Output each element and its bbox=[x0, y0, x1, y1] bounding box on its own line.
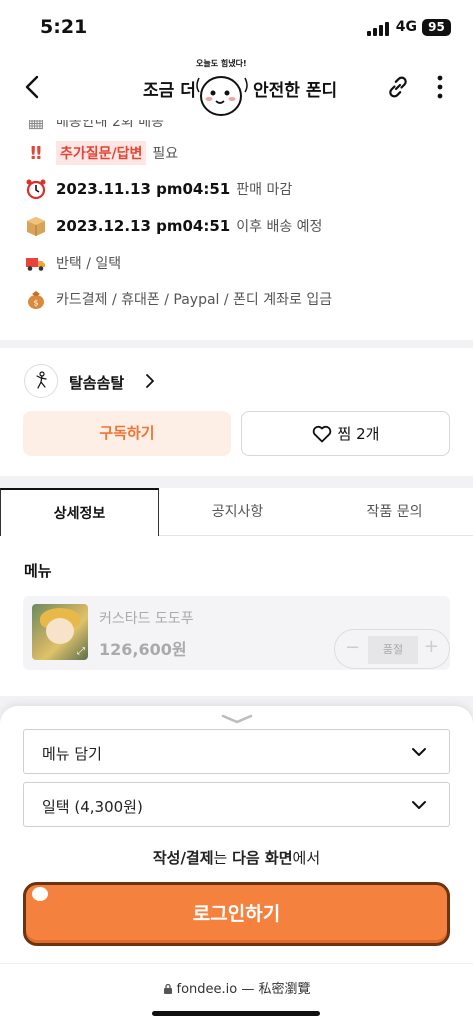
menu-section: 메뉴 ⤢ 커스타드 도도푸 126,600원 − 품절 + bbox=[0, 536, 473, 696]
menu-select-value: 메뉴 담기 bbox=[42, 745, 102, 763]
minus-icon: − bbox=[345, 637, 361, 658]
tab-details[interactable]: 상세정보 bbox=[0, 488, 159, 537]
quantity-stepper: − 품절 + bbox=[334, 629, 450, 669]
link-icon[interactable] bbox=[385, 74, 411, 100]
status-time: 5:21 bbox=[40, 16, 88, 38]
info-row-payment: $ 카드결제 / 휴대폰 / Paypal / 폰디 계좌로 입금 bbox=[24, 286, 332, 312]
title-left: 조금 더 bbox=[143, 81, 196, 101]
creator-avatar[interactable] bbox=[24, 364, 58, 398]
info-row-ship-date: 2023.12.13 pm04:51 이후 배송 예정 bbox=[24, 213, 322, 239]
delivery-truck-icon bbox=[24, 251, 48, 275]
network-label: 4G bbox=[395, 19, 417, 35]
status-bar: 5:21 4G 95 bbox=[0, 0, 473, 54]
detail-tabs: 상세정보 공지사항 작품 문의 bbox=[0, 488, 473, 537]
menu-select-dropdown[interactable]: 메뉴 담기 bbox=[23, 729, 450, 774]
login-button-label: 로그인하기 bbox=[192, 903, 281, 925]
login-button[interactable]: 로그인하기 bbox=[23, 882, 450, 946]
mascot-text: 오늘도 힘냈다! bbox=[196, 59, 247, 68]
shipping-select-value: 일택 (4,300원) bbox=[42, 798, 143, 816]
shipping-select-dropdown[interactable]: 일택 (4,300원) bbox=[23, 782, 450, 827]
like-count-label: 찜 2개 bbox=[337, 425, 380, 443]
calendar-icon: ▦ bbox=[27, 120, 45, 132]
url-display[interactable]: fondee.io — 私密瀏覽 bbox=[0, 978, 473, 997]
svg-text:$: $ bbox=[33, 299, 38, 308]
expand-icon[interactable]: ⤢ bbox=[77, 646, 85, 657]
title-right: 안전한 폰디 bbox=[253, 81, 338, 101]
heart-icon bbox=[312, 425, 331, 442]
product-thumbnail[interactable]: ⤢ bbox=[32, 604, 88, 660]
home-indicator[interactable] bbox=[152, 1011, 320, 1016]
subscribe-button[interactable]: 구독하기 bbox=[23, 411, 231, 456]
tab-inquiry[interactable]: 작품 문의 bbox=[316, 488, 473, 536]
back-arrow-icon[interactable] bbox=[20, 74, 46, 100]
chevron-down-icon bbox=[412, 801, 426, 809]
top-nav: 조금 더 안전한 폰디 오늘도 힘냈다! bbox=[0, 54, 473, 120]
browser-url-bar: fondee.io — 私密瀏覽 bbox=[0, 963, 473, 1024]
sold-out-badge: 품절 bbox=[368, 636, 418, 664]
dancer-icon bbox=[36, 371, 47, 389]
question-badge: 추가질문/답변 bbox=[56, 141, 147, 165]
menu-item-card: ⤢ 커스타드 도도푸 126,600원 − 품절 + bbox=[23, 596, 450, 670]
menu-heading: 메뉴 bbox=[24, 562, 52, 580]
double-exclamation-icon: ‼ bbox=[30, 142, 42, 164]
battery-icon: 95 bbox=[422, 19, 451, 36]
plus-icon: + bbox=[423, 636, 439, 657]
creator-section: 탈솜솜탈 구독하기 찜 2개 bbox=[0, 348, 473, 476]
like-button[interactable]: 찜 2개 bbox=[241, 411, 450, 456]
info-row-partial: ▦ 배송안내 2회 배송 bbox=[24, 120, 163, 134]
info-row-sale-end: 2023.11.13 pm04:51 판매 마감 bbox=[24, 176, 292, 202]
more-options-icon[interactable] bbox=[435, 74, 445, 100]
product-price: 126,600원 bbox=[99, 640, 187, 659]
sheet-handle-icon[interactable] bbox=[221, 714, 253, 724]
info-row-delivery: 반택 / 일택 bbox=[24, 250, 121, 276]
package-box-icon bbox=[24, 214, 48, 238]
ship-date: 2023.12.13 pm04:51 bbox=[56, 217, 231, 235]
signal-icon bbox=[367, 22, 389, 36]
product-info-section: ▦ 배송안내 2회 배송 ‼ 추가질문/답변 필요 2023.11.13 pm0… bbox=[0, 120, 473, 340]
product-name: 커스타드 도도푸 bbox=[99, 611, 194, 627]
money-bag-icon: $ bbox=[24, 287, 48, 311]
checkout-note: 작성/결제는 다음 화면에서 bbox=[152, 849, 321, 867]
lock-icon bbox=[163, 983, 172, 994]
alarm-clock-icon bbox=[24, 177, 48, 201]
creator-name[interactable]: 탈솜솜탈 bbox=[69, 372, 124, 393]
sale-end-date: 2023.11.13 pm04:51 bbox=[56, 180, 231, 198]
tab-notices[interactable]: 공지사항 bbox=[159, 488, 316, 536]
chevron-down-icon bbox=[412, 748, 426, 756]
info-row-question: ‼ 추가질문/답변 필요 bbox=[24, 140, 178, 166]
chevron-right-icon[interactable] bbox=[144, 373, 156, 389]
button-shine-icon bbox=[32, 887, 48, 901]
